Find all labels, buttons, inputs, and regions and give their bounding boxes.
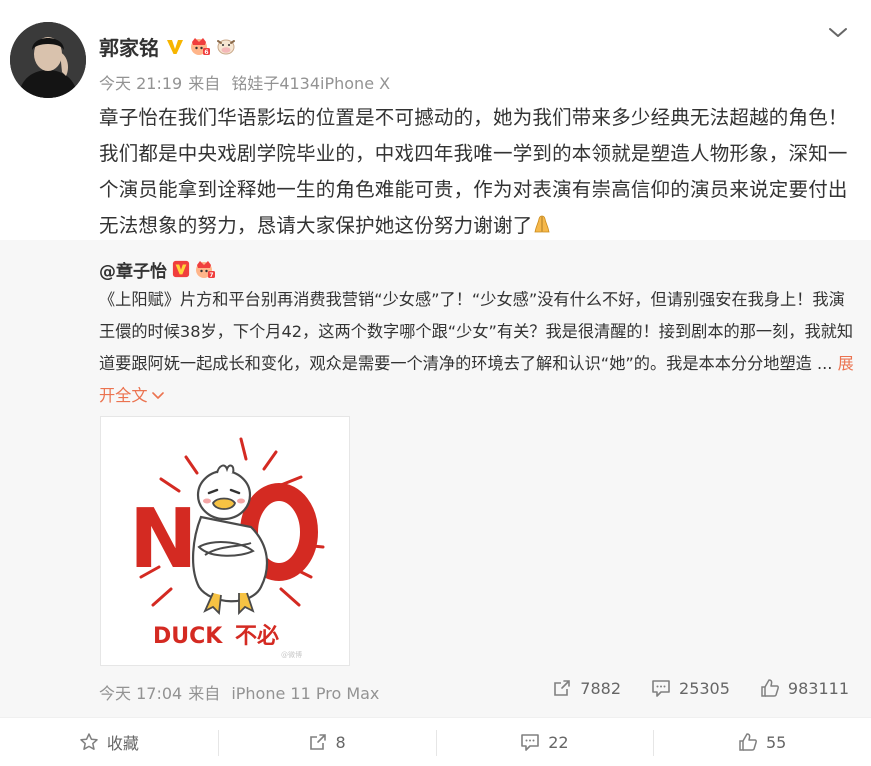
repost-time[interactable]: 今天 17:04: [99, 684, 182, 703]
repost-card: @章子怡 7 《上阳赋》片方和平台别再消费我营销“少女感”了！“少女感”没有什么…: [0, 240, 871, 717]
source-prefix: 来自: [188, 684, 221, 703]
like-count: 983111: [787, 678, 849, 698]
duck-caption-en: DUCK: [153, 624, 223, 649]
post-source[interactable]: 铭娃子4134iPhone X: [231, 74, 390, 93]
repost-source[interactable]: iPhone 11 Pro Max: [231, 684, 379, 703]
repost-count: 7882: [580, 678, 622, 698]
repost-like-button[interactable]: 983111: [760, 678, 849, 698]
repost-comment-button[interactable]: 25305: [651, 678, 730, 698]
thumbs-up-icon: [761, 679, 779, 697]
thumbs-up-icon: [739, 733, 757, 751]
username[interactable]: 郭家铭: [99, 32, 159, 61]
pray-emoji-icon: [532, 210, 552, 233]
share-icon: [309, 734, 326, 750]
comment-action-count: 22: [548, 732, 569, 752]
repost-author: @章子怡 7: [99, 256, 216, 282]
post-meta: 今天 21:19 来自 铭娃子4134iPhone X: [99, 70, 396, 94]
favorite-button[interactable]: 收藏: [0, 718, 218, 766]
favorite-label: 收藏: [106, 734, 139, 753]
avatar[interactable]: [10, 22, 86, 98]
share-icon: [554, 680, 571, 696]
cow-badge-icon[interactable]: [215, 35, 237, 57]
repost-body: 《上阳赋》片方和平台别再消费我营销“少女感”了！“少女感”没有什么不好，但请别强…: [99, 290, 854, 373]
post-body: 章子怡在我们华语影坛的位置是不可撼动的，她为我们带来多少经典无法超越的角色！我们…: [99, 106, 848, 237]
author-header: 郭家铭 6: [99, 30, 237, 62]
duck-caption-cn: 不必: [235, 623, 279, 649]
comment-button[interactable]: 22: [435, 718, 654, 766]
duck-n-letter: N: [129, 492, 198, 587]
star-icon: [80, 733, 98, 750]
vip-crown-badge-icon[interactable]: 7: [194, 258, 216, 280]
repost-share-button[interactable]: 7882: [552, 678, 621, 698]
comment-count: 25305: [679, 678, 730, 698]
repost-action-count: 8: [335, 732, 346, 752]
verified-v-icon[interactable]: [165, 36, 185, 56]
repost-button[interactable]: 8: [217, 718, 436, 766]
svg-text:7: 7: [209, 272, 213, 279]
chevron-down-icon[interactable]: [827, 24, 849, 42]
repost-text: 《上阳赋》片方和平台别再消费我营销“少女感”了！“少女感”没有什么不好，但请别强…: [99, 284, 859, 412]
repost-username[interactable]: @章子怡: [99, 257, 167, 282]
post-text: 章子怡在我们华语影坛的位置是不可撼动的，她为我们带来多少经典无法超越的角色！我们…: [99, 100, 859, 244]
post-time[interactable]: 今天 21:19: [99, 74, 182, 93]
action-bar: 收藏 8 22 55: [0, 717, 871, 766]
post-image[interactable]: N DUCK 不必 @微博: [100, 416, 350, 666]
svg-text:@微博: @微博: [281, 650, 302, 659]
source-prefix: 来自: [188, 74, 221, 93]
comment-icon: [652, 680, 670, 697]
vip-crown-badge-icon[interactable]: 6: [189, 35, 211, 57]
chevron-down-icon: [151, 392, 164, 399]
verified-v-icon[interactable]: [172, 260, 190, 278]
repost-stats: 7882 25305 983111: [522, 678, 849, 698]
svg-text:6: 6: [204, 49, 208, 56]
like-action-count: 55: [765, 732, 787, 752]
comment-icon: [521, 734, 539, 751]
repost-meta: 今天 17:04 来自 iPhone 11 Pro Max: [99, 680, 385, 704]
like-button[interactable]: 55: [653, 718, 871, 766]
